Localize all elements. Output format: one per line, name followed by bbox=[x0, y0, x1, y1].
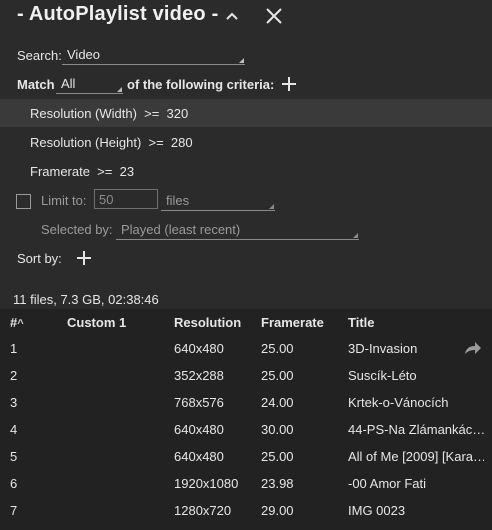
column-header-title[interactable]: Title bbox=[348, 315, 375, 330]
selected-by-value: Played (least recent) bbox=[121, 222, 241, 237]
criteria-row-width[interactable]: Resolution (Width) >= 320 bbox=[0, 99, 492, 127]
table-row[interactable]: 1 640x480 25.00 3D-Invasion bbox=[0, 335, 492, 362]
limit-label: Limit to: bbox=[41, 193, 87, 208]
cell-framerate: 25.00 bbox=[261, 341, 294, 356]
cell-framerate: 29.00 bbox=[261, 503, 294, 518]
cell-framerate: 25.00 bbox=[261, 368, 294, 383]
cell-title: 3D-Invasion bbox=[348, 341, 418, 356]
table-row[interactable]: 5 640x480 25.00 All of Me [2009] [Kara… bbox=[0, 443, 492, 470]
dropdown-arrow-icon bbox=[117, 87, 122, 92]
dropdown-arrow-icon bbox=[269, 204, 274, 209]
cell-framerate: 23.98 bbox=[261, 476, 294, 491]
window-title: - AutoPlaylist video - bbox=[17, 3, 219, 25]
match-row: Match All of the following criteria: bbox=[0, 70, 492, 98]
criteria-row-height[interactable]: Resolution (Height) >= 280 bbox=[0, 128, 492, 156]
cell-resolution: 640x480 bbox=[174, 449, 224, 464]
dropdown-arrow-icon bbox=[239, 58, 244, 63]
share-icon[interactable] bbox=[464, 341, 482, 355]
limit-unit-combo[interactable]: files bbox=[161, 190, 275, 211]
limit-unit-value: files bbox=[166, 193, 190, 208]
cell-title: 44-PS-Na Zlámankác… bbox=[348, 422, 484, 437]
cell-num: 4 bbox=[10, 422, 18, 437]
cell-framerate: 24.00 bbox=[261, 395, 294, 410]
cell-title: Suscík-Léto bbox=[348, 368, 417, 383]
column-header-custom1[interactable]: Custom 1 bbox=[67, 315, 126, 330]
cell-resolution: 1920x1080 bbox=[174, 476, 239, 491]
table-row[interactable]: 6 1920x1080 23.98 -00 Amor Fati bbox=[0, 470, 492, 497]
cell-resolution: 1280x720 bbox=[174, 503, 232, 518]
sort-caret-icon: ^ bbox=[17, 318, 24, 330]
cell-num: 5 bbox=[10, 449, 18, 464]
chevron-up-icon[interactable] bbox=[222, 6, 242, 26]
match-suffix: of the following criteria: bbox=[127, 77, 275, 92]
dropdown-arrow-icon bbox=[353, 233, 358, 238]
limit-checkbox[interactable] bbox=[16, 194, 31, 209]
cell-title: IMG 0023 bbox=[348, 503, 406, 518]
cell-num: 3 bbox=[10, 395, 18, 410]
table-row[interactable]: 7 1280x720 29.00 IMG 0023 bbox=[0, 497, 492, 524]
search-combo[interactable]: Video bbox=[62, 44, 245, 65]
selected-by-label: Selected by: bbox=[41, 222, 113, 237]
cell-title: All of Me [2009] [Kara… bbox=[348, 449, 484, 464]
criteria-text: Resolution (Height) >= 280 bbox=[30, 135, 193, 150]
search-value: Video bbox=[67, 47, 101, 62]
add-criteria-plus-icon[interactable] bbox=[281, 76, 297, 92]
table-row[interactable]: 3 768x576 24.00 Krtek-o-Vánocích bbox=[0, 389, 492, 416]
close-icon[interactable] bbox=[264, 6, 284, 26]
cell-resolution: 768x576 bbox=[174, 395, 224, 410]
cell-resolution: 352x288 bbox=[174, 368, 224, 383]
table-header: #^ Custom 1 Resolution Framerate Title bbox=[0, 309, 492, 334]
criteria-text: Resolution (Width) >= 320 bbox=[30, 106, 189, 121]
cell-resolution: 640x480 bbox=[174, 422, 224, 437]
cell-title: -00 Amor Fati bbox=[348, 476, 427, 491]
table-row[interactable]: 2 352x288 25.00 Suscík-Léto bbox=[0, 362, 492, 389]
cell-title: Krtek-o-Vánocích bbox=[348, 395, 449, 410]
cell-num: 6 bbox=[10, 476, 18, 491]
add-sort-plus-icon[interactable] bbox=[76, 250, 92, 266]
tracks-table: #^ Custom 1 Resolution Framerate Title 1… bbox=[0, 309, 492, 530]
cell-num: 1 bbox=[10, 341, 18, 356]
match-combo[interactable]: All bbox=[56, 73, 123, 94]
cell-num: 2 bbox=[10, 368, 18, 383]
title-bar: - AutoPlaylist video - bbox=[0, 0, 492, 32]
playlist-summary: 11 files, 7.3 GB, 02:38:46 bbox=[13, 292, 159, 307]
limit-value-input[interactable] bbox=[94, 189, 158, 209]
match-value: All bbox=[61, 76, 76, 91]
column-header-num[interactable]: #^ bbox=[10, 315, 24, 330]
search-label: Search: bbox=[17, 48, 62, 63]
criteria-text: Framerate >= 23 bbox=[30, 164, 135, 179]
cell-framerate: 30.00 bbox=[261, 422, 294, 437]
column-header-resolution[interactable]: Resolution bbox=[174, 315, 241, 330]
criteria-row-framerate[interactable]: Framerate >= 23 bbox=[0, 157, 492, 185]
match-label: Match bbox=[17, 77, 55, 92]
search-row: Search: Video bbox=[0, 41, 492, 69]
cell-framerate: 25.00 bbox=[261, 449, 294, 464]
sort-by-label: Sort by: bbox=[17, 251, 62, 266]
column-header-framerate[interactable]: Framerate bbox=[261, 315, 324, 330]
table-row[interactable]: 4 640x480 30.00 44-PS-Na Zlámankác… bbox=[0, 416, 492, 443]
cell-num: 7 bbox=[10, 503, 18, 518]
selected-by-combo[interactable]: Played (least recent) bbox=[116, 219, 359, 240]
cell-resolution: 640x480 bbox=[174, 341, 224, 356]
